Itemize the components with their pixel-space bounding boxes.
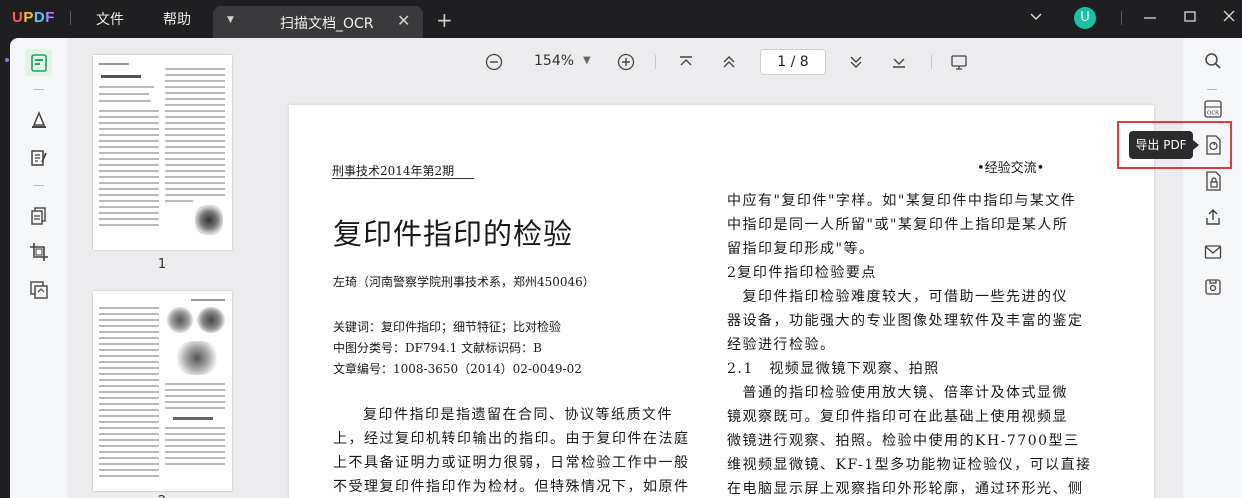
tab-close-icon[interactable]: ✕ xyxy=(397,11,410,30)
new-tab-icon[interactable]: + xyxy=(436,8,453,32)
email-icon[interactable] xyxy=(1202,241,1224,263)
divider xyxy=(1207,89,1217,90)
article-classification: 中图分类号：DF794.1 文献标识码：B xyxy=(333,341,542,355)
avatar[interactable]: U xyxy=(1074,7,1096,29)
view-toolbar: 154% ▼ 1 / 8 xyxy=(267,38,1183,86)
article-keywords: 关键词：复印件指印；细节特征；比对检验 xyxy=(333,320,562,334)
body-paragraph: 复印件指印是指遗留在合同、协议等纸质文件 上，经过复印机转印输出的指印。由于复印… xyxy=(333,403,694,498)
minimize-icon[interactable] xyxy=(1143,8,1157,27)
header-underline xyxy=(332,178,474,179)
body-line: 器设备，功能强大的专业图像处理软件及丰富的鉴定 xyxy=(727,313,1084,329)
body-line: 镜观察既可。复印件指印可在此基础上使用视频显 xyxy=(727,409,1068,425)
ocr-convert-icon[interactable] xyxy=(27,278,51,302)
body-line: 复印件指印是指遗留在合同、协议等纸质文件 xyxy=(363,407,673,423)
updf-logo[interactable]: UPDF xyxy=(12,9,55,26)
divider xyxy=(655,55,656,69)
body-line: 不受理复印件指印作为检材。但特殊情况下，如原件 xyxy=(333,479,690,495)
page-number-input[interactable]: 1 / 8 xyxy=(760,49,826,75)
article-author: 左琦（河南警察学院刑事技术系，郑州450046） xyxy=(333,275,595,289)
divider xyxy=(34,89,44,90)
first-page-icon[interactable] xyxy=(676,52,696,72)
menu-help[interactable]: 帮助 xyxy=(163,9,191,29)
share-icon[interactable] xyxy=(1202,206,1224,228)
body-line: 在电脑显示屏上观察指印外形轮廓，通过环形光、侧 xyxy=(727,481,1084,497)
logo-letter: D xyxy=(33,9,46,26)
maximize-icon[interactable] xyxy=(1183,8,1197,27)
divider xyxy=(70,11,71,25)
document-viewer: 154% ▼ 1 / 8 刑事技术2014年第2期 •经验交流• 复印件指印的检… xyxy=(267,38,1183,498)
logo-letter: U xyxy=(12,9,24,26)
body-line: 留指印复印形成"等。 xyxy=(727,241,875,257)
section-heading: 2复印件指印检验要点 xyxy=(727,265,877,281)
article-title: 复印件指印的检验 xyxy=(333,217,574,251)
previous-page-icon[interactable] xyxy=(719,52,739,72)
save-icon[interactable] xyxy=(1202,276,1224,298)
journal-header: 刑事技术2014年第2期 xyxy=(332,164,455,178)
ocr-icon[interactable]: OCR xyxy=(1202,98,1224,120)
page-view-icon[interactable] xyxy=(25,49,52,76)
tab-dropdown-icon[interactable]: ▼ xyxy=(227,15,234,25)
divider xyxy=(34,185,44,186)
right-toolbar: OCR xyxy=(1183,38,1242,498)
edit-icon[interactable] xyxy=(27,146,51,170)
organize-icon[interactable] xyxy=(27,204,51,228)
section-header: •经验交流• xyxy=(977,161,1045,176)
body-line: 维视频显微镜、KF-1型多功能物证检验仪，可以直接 xyxy=(727,457,1092,473)
pdf-page: 刑事技术2014年第2期 •经验交流• 复印件指印的检验 左琦（河南警察学院刑事… xyxy=(289,105,1154,498)
menu-file[interactable]: 文件 xyxy=(96,9,124,29)
logo-letter: F xyxy=(45,9,55,26)
last-page-icon[interactable] xyxy=(889,52,909,72)
body-line: 中应有"复印件"字样。如"某复印件中指印与某文件 xyxy=(727,193,1077,209)
divider xyxy=(931,55,932,69)
next-page-icon[interactable] xyxy=(846,52,866,72)
thumbnail-page-number: 2 xyxy=(67,494,257,498)
body-line: 复印件指印检验难度较大，可借助一些先进的仪 xyxy=(727,289,1068,305)
logo-letter: P xyxy=(23,9,34,26)
presentation-icon[interactable] xyxy=(949,52,969,72)
zoom-out-icon[interactable] xyxy=(484,52,504,72)
indicator-dot xyxy=(5,58,9,62)
title-bar: UPDF 文件 帮助 ▼ 扫描文档_OCR ✕ + U xyxy=(0,0,1242,38)
document-tab[interactable]: ▼ 扫描文档_OCR ✕ xyxy=(213,6,423,38)
tab-title: 扫描文档_OCR xyxy=(280,16,374,32)
comment-icon[interactable] xyxy=(27,108,51,132)
left-toolbar xyxy=(10,38,67,498)
body-line: 普通的指印检验使用放大镜、倍率计及体式显微 xyxy=(727,385,1068,401)
export-pdf-tooltip: 导出 PDF xyxy=(1129,131,1199,159)
thumbnail-panel: 1 xyxy=(67,38,267,498)
zoom-dropdown-icon[interactable]: ▼ xyxy=(583,55,591,66)
body-line: 上，经过复印机转印输出的指印。由于复印件在法庭 xyxy=(333,431,690,447)
thumbnail-page-1[interactable] xyxy=(93,55,232,250)
svg-text:OCR: OCR xyxy=(1207,111,1219,117)
body-line: 微镜进行观察、拍照。检验中使用的KH-7700型三 xyxy=(727,433,1080,449)
article-number: 文章编号：1008-3650（2014）02-0049-02 xyxy=(333,362,582,376)
divider xyxy=(1121,11,1122,25)
subsection-heading: 2.1 视频显微镜下观察、拍照 xyxy=(727,361,940,377)
zoom-level[interactable]: 154% xyxy=(534,53,574,69)
body-line: 中指印是同一人所留"或"某复印件上指印是某人所 xyxy=(727,217,1069,233)
search-icon[interactable] xyxy=(1202,50,1224,72)
crop-icon[interactable] xyxy=(27,240,51,264)
thumbnail-page-number: 1 xyxy=(157,257,167,272)
close-window-icon[interactable] xyxy=(1222,8,1236,27)
protect-icon[interactable] xyxy=(1202,170,1224,192)
account-chevron-icon[interactable] xyxy=(1029,8,1043,27)
thumbnail-page-2[interactable] xyxy=(93,291,232,491)
zoom-in-icon[interactable] xyxy=(616,52,636,72)
body-line: 上不具备证明力或证明力很弱，日常检验工作中一般 xyxy=(333,455,690,471)
right-column: 中应有"复印件"字样。如"某复印件中指印与某文件 中指印是同一人所留"或"某复印… xyxy=(727,189,1092,498)
body-line: 经验进行检验。 xyxy=(727,337,836,353)
